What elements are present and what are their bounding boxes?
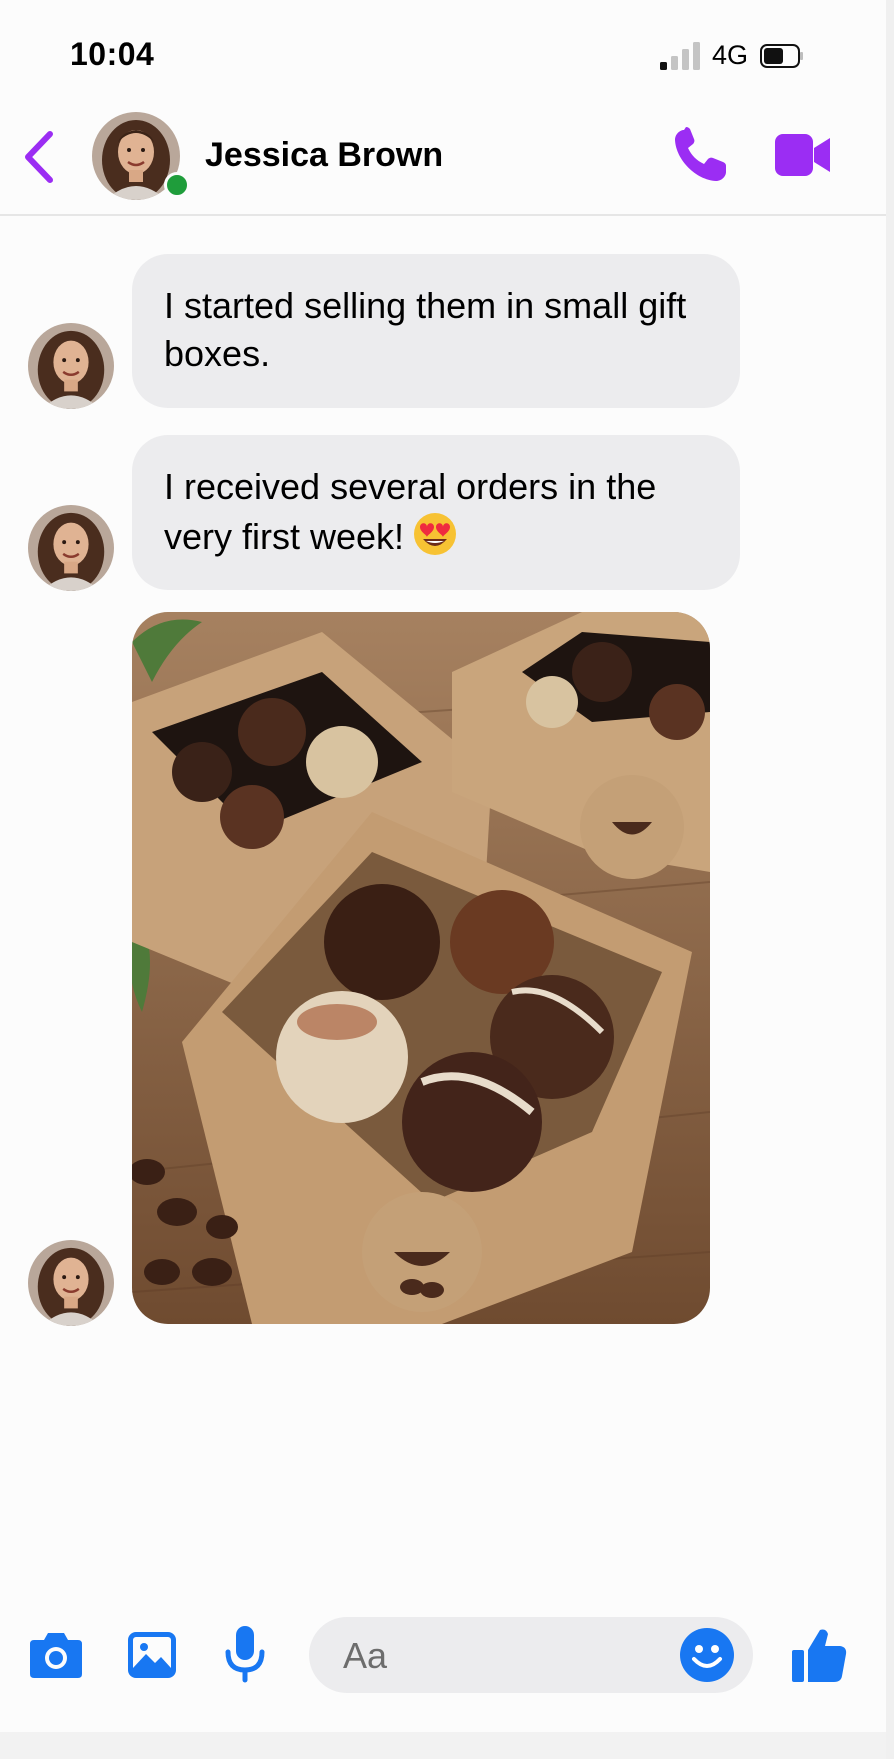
smiley-icon[interactable] [679,1627,735,1683]
signal-icon [660,42,700,70]
message-input[interactable]: Aa [309,1617,753,1693]
camera-icon[interactable] [28,1630,84,1680]
back-chevron-icon[interactable] [22,130,56,184]
message-avatar[interactable] [28,1240,114,1326]
message-bubble[interactable]: I received several orders in the very fi… [132,435,740,590]
message-composer: Aa [0,1600,886,1710]
heart-eyes-emoji-icon [414,513,457,555]
network-type: 4G [712,40,749,70]
screen-edge [886,0,894,1759]
home-indicator-area [0,1732,886,1759]
chat-header: Jessica Brown [0,100,886,216]
battery-icon [760,44,803,68]
message-bubble[interactable]: I started selling them in small gift box… [132,254,740,408]
video-camera-icon[interactable] [774,130,832,180]
microphone-icon[interactable] [222,1624,268,1684]
message-text: I started selling them in small gift box… [164,285,687,374]
message-avatar[interactable] [28,505,114,591]
message-avatar[interactable] [28,323,114,409]
online-status-dot [164,172,190,198]
thumbs-up-icon[interactable] [790,1626,848,1684]
chocolate-gift-box-photo[interactable] [132,612,710,1324]
gallery-icon[interactable] [126,1630,178,1680]
contact-name[interactable]: Jessica Brown [205,136,443,175]
chat-screen: 10:04 4G Jessica Brown I started selling… [0,0,886,1759]
message-text: I received several orders in the very fi… [164,466,657,557]
status-time: 10:04 [70,36,155,72]
phone-icon[interactable] [670,126,730,186]
status-bar: 10:04 4G [0,0,886,100]
message-input-placeholder: Aa [343,1635,388,1676]
